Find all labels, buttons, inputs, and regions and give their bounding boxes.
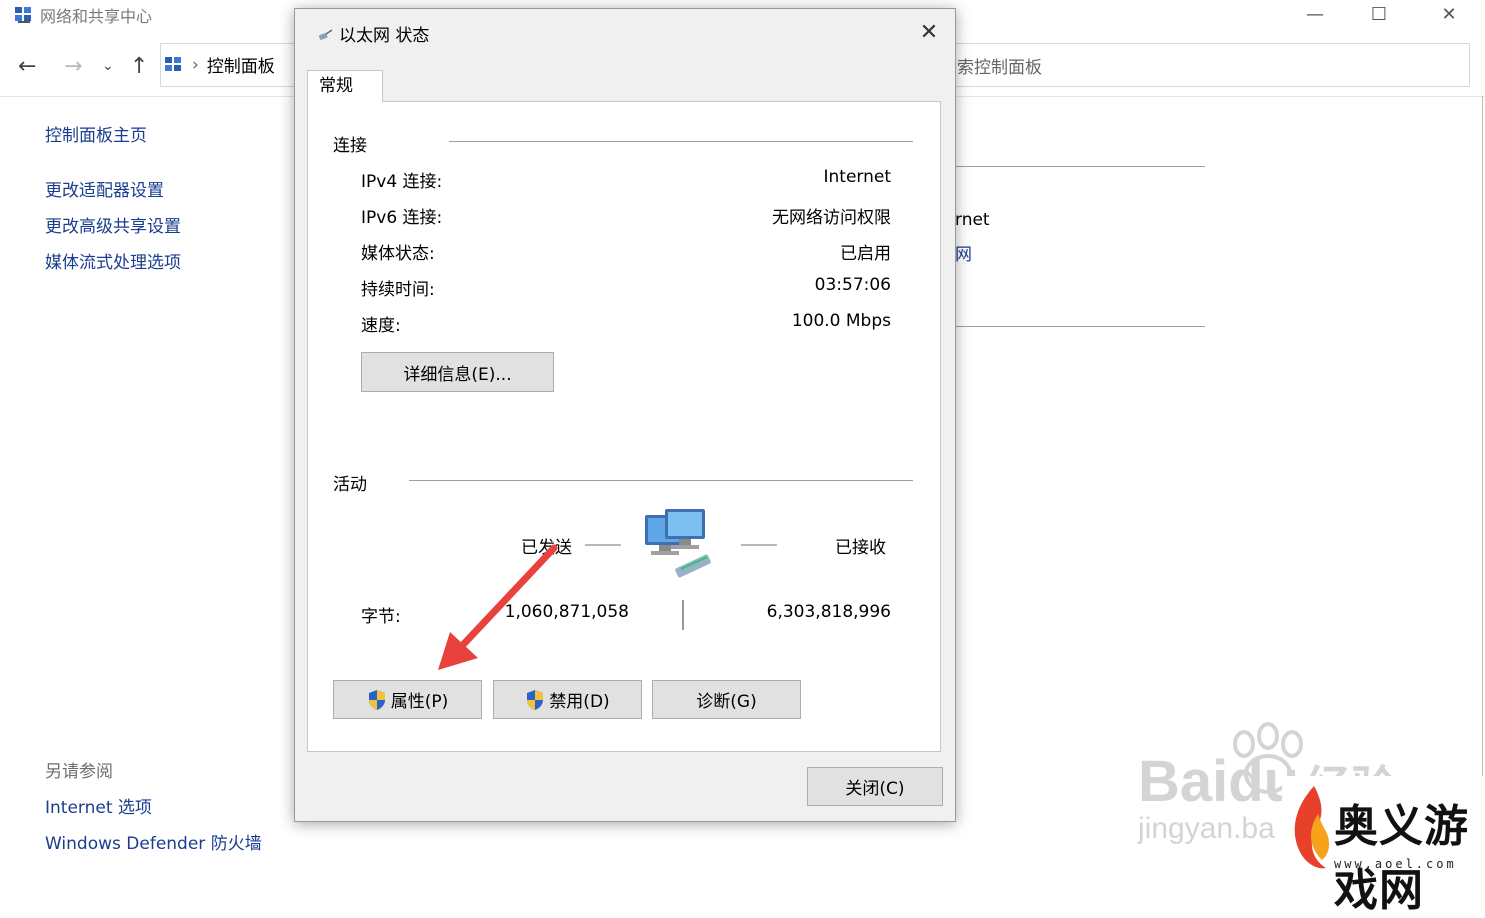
control-panel-icon [165, 56, 181, 71]
activity-group-heading: 活动 [333, 475, 367, 495]
uac-shield-icon [368, 689, 385, 710]
maximize-button[interactable]: ☐ [1364, 2, 1394, 28]
window-title-bar: 网络和共享中心 [14, 3, 152, 27]
sidebar-item-media-streaming[interactable]: 媒体流式处理选项 [45, 248, 181, 273]
media-state-label: 媒体状态: [361, 244, 435, 264]
connection-group-heading: 连接 [333, 136, 367, 156]
back-arrow-icon[interactable]: ← [18, 54, 36, 79]
speed-value: 100.0 Mbps [791, 311, 891, 331]
control-panel-icon [15, 7, 31, 23]
bytes-label: 字节: [361, 607, 401, 627]
breadcrumb[interactable]: › 控制面板 [164, 52, 275, 77]
sidebar-item-adapter-settings[interactable]: 更改适配器设置 [45, 176, 164, 201]
bytes-received-value: 6,303,818,996 [766, 602, 891, 622]
group-divider [449, 141, 913, 142]
sidebar-home-link[interactable]: 控制面板主页 [45, 121, 147, 146]
ipv6-label: IPv6 连接: [361, 208, 443, 228]
see-also-firewall[interactable]: Windows Defender 防火墙 [45, 829, 262, 854]
ethernet-status-dialog: 以太网 状态 ✕ 常规 连接 IPv4 连接: Internet IPv6 连接… [294, 8, 956, 822]
section-divider [955, 326, 1205, 327]
background-partial-text: rnet [955, 210, 990, 230]
bytes-divider [682, 600, 684, 630]
duration-label: 持续时间: [361, 280, 435, 300]
tab-general[interactable]: 常规 [307, 70, 383, 102]
breadcrumb-item[interactable]: 控制面板 [207, 52, 275, 77]
duration-value: 03:57:06 [814, 275, 891, 295]
up-arrow-icon[interactable]: ↑ [130, 54, 148, 79]
properties-button-label: 属性(P) [390, 692, 449, 712]
close-window-button[interactable]: ✕ [1434, 2, 1464, 28]
forward-arrow-icon[interactable]: → [64, 54, 82, 79]
flame-logo-icon [1294, 786, 1330, 869]
dialog-title-bar: 以太网 状态 [317, 21, 429, 46]
window-edge [1482, 96, 1483, 882]
close-button[interactable]: 关闭(C) [807, 767, 943, 806]
watermark-url: jingyan.ba [1138, 812, 1275, 845]
disable-button[interactable]: 禁用(D) [493, 680, 642, 719]
network-computers-icon [645, 509, 711, 578]
properties-button[interactable]: 属性(P) [333, 680, 482, 719]
breadcrumb-separator: › [192, 54, 199, 75]
received-activity-line [741, 544, 777, 546]
window-title: 网络和共享中心 [40, 7, 153, 26]
disable-button-label: 禁用(D) [549, 692, 610, 712]
received-label: 已接收 [835, 538, 886, 558]
dialog-close-icon[interactable]: ✕ [915, 19, 943, 47]
brand-name: 奥义游戏网 [1334, 801, 1469, 916]
uac-shield-icon [527, 689, 544, 710]
brand-url: www.aoel.com [1334, 857, 1457, 871]
background-partial-link[interactable]: 网 [955, 240, 972, 265]
annotation-arrow-icon [438, 544, 558, 670]
sidebar-item-advanced-sharing[interactable]: 更改高级共享设置 [45, 212, 181, 237]
minimize-button[interactable]: — [1300, 2, 1330, 28]
media-state-value: 已启用 [840, 244, 891, 264]
see-also-internet-options[interactable]: Internet 选项 [45, 793, 152, 818]
general-tab-panel [307, 101, 941, 752]
details-button[interactable]: 详细信息(E)... [361, 352, 554, 392]
sent-activity-line [585, 544, 621, 546]
network-cable-icon [318, 28, 333, 40]
ipv4-value: Internet [823, 167, 891, 187]
ipv4-label: IPv4 连接: [361, 172, 443, 192]
recent-dropdown-icon[interactable]: ⌄ [102, 58, 114, 74]
group-divider [409, 480, 913, 481]
ipv6-value: 无网络访问权限 [772, 208, 891, 228]
speed-label: 速度: [361, 316, 401, 336]
section-divider [955, 166, 1205, 167]
dialog-title: 以太网 状态 [339, 26, 430, 46]
see-also-heading: 另请参阅 [45, 762, 113, 782]
diagnose-button[interactable]: 诊断(G) [652, 680, 801, 719]
